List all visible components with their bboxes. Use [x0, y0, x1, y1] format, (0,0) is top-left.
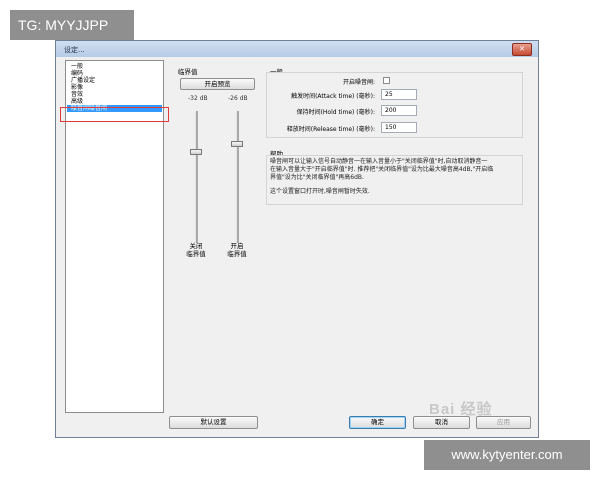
- open-threshold-caption: 开启 临界值: [225, 242, 249, 258]
- ok-button[interactable]: 确定: [349, 416, 406, 429]
- selection-highlight-box: [60, 107, 169, 122]
- release-time-input[interactable]: 150: [381, 122, 417, 133]
- help-text: 噪音闸可以让输入信号自动静音一在输入音量小于"关闭临界值"时,自动取消静音一 在…: [270, 158, 525, 196]
- help-line-4: 这个设置窗口打开时,噪音闸暂时失效.: [270, 188, 370, 195]
- category-item[interactable]: 影像: [67, 84, 162, 91]
- open-threshold-caption-line2: 临界值: [227, 250, 247, 258]
- apply-button[interactable]: 应用: [476, 416, 531, 429]
- channel-tag-watermark: TG: MYYJJPP: [10, 10, 134, 40]
- help-line-1: 噪音闸可以让输入信号自动静音一在输入音量小于"关闭临界值"时,自动取消静音一: [270, 158, 488, 165]
- preview-button[interactable]: 开启预览: [180, 78, 255, 90]
- help-line-3: 界值"设为比"关闭临界值"再高6dB.: [270, 174, 364, 181]
- threshold-title: 临界值: [178, 68, 198, 76]
- close-button[interactable]: ✕: [512, 43, 532, 56]
- website-url-watermark: www.kytyenter.com: [424, 440, 590, 470]
- help-line-2: 在输入音量大于"开启临界值"时. 推荐把"关闭临界值"设为比最大噪音高4dB,"…: [270, 166, 494, 173]
- category-item[interactable]: 音效: [67, 91, 162, 98]
- hold-time-label: 保持时间(Hold time) (毫秒):: [296, 109, 375, 116]
- cancel-button[interactable]: 取消: [413, 416, 470, 429]
- close-threshold-caption: 关闭 临界值: [184, 242, 208, 258]
- close-threshold-caption-line1: 关闭: [189, 242, 203, 250]
- window-title: 设定...: [64, 46, 85, 54]
- close-threshold-db-label: -32 dB: [188, 95, 208, 102]
- close-threshold-slider-thumb[interactable]: [190, 149, 202, 155]
- close-threshold-slider-track[interactable]: [195, 111, 198, 243]
- category-item[interactable]: 广播设定: [67, 77, 162, 84]
- close-threshold-caption-line2: 临界值: [186, 250, 206, 258]
- open-threshold-slider-thumb[interactable]: [231, 141, 243, 147]
- open-threshold-caption-line1: 开启: [230, 242, 244, 250]
- hold-time-input[interactable]: 200: [381, 105, 417, 116]
- enable-noise-gate-checkbox[interactable]: [383, 77, 390, 84]
- attack-time-input[interactable]: 25: [381, 89, 417, 100]
- category-item[interactable]: 一般: [67, 63, 162, 70]
- open-threshold-db-label: -26 dB: [228, 95, 248, 102]
- category-item[interactable]: 编码: [67, 70, 162, 77]
- release-time-label: 释放时间(Release time) (毫秒):: [286, 126, 375, 133]
- open-threshold-slider-track[interactable]: [236, 111, 239, 243]
- title-bar: 设定... ✕: [56, 41, 538, 57]
- enable-noise-gate-label: 开启噪音闸:: [342, 79, 375, 86]
- defaults-button[interactable]: 默认设置: [169, 416, 258, 429]
- settings-dialog: 设定... ✕ 一般 编码 广播设定 影像 音效 高级 噪音闸噪音闸 临界值 开启预览 -3…: [55, 40, 539, 438]
- category-item[interactable]: 高级: [67, 98, 162, 105]
- attack-time-label: 触发时间(Attack time) (毫秒):: [291, 93, 375, 100]
